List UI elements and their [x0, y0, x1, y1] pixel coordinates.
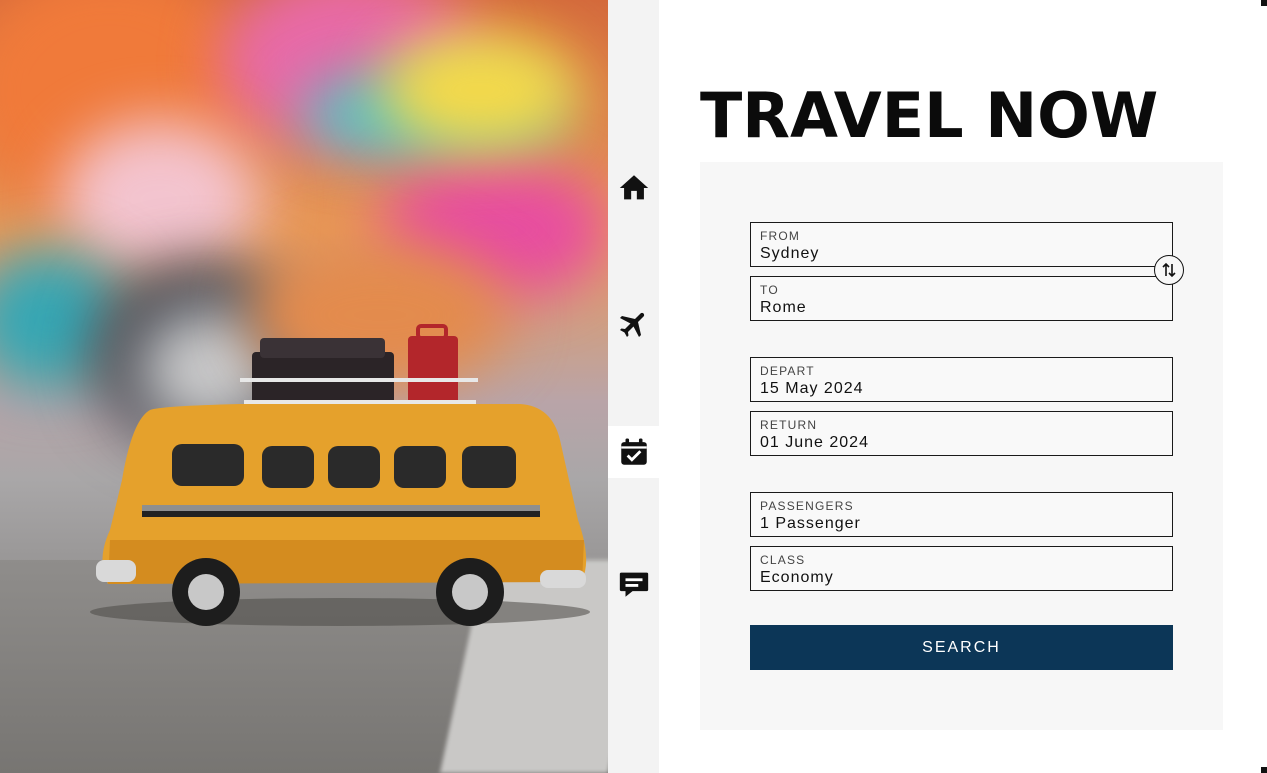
to-label: TO: [760, 283, 779, 297]
class-label: CLASS: [760, 553, 806, 567]
toy-bus-illustration: [90, 324, 590, 626]
class-field[interactable]: CLASS: [750, 546, 1173, 591]
passengers-label: PASSENGERS: [760, 499, 854, 513]
nav-messages[interactable]: [608, 558, 659, 610]
class-input[interactable]: [760, 569, 1160, 587]
page-title: TRAVEL NOW: [700, 79, 1159, 152]
home-icon: [619, 175, 648, 200]
frame-corner-top-right: [1261, 0, 1267, 6]
from-input[interactable]: [760, 245, 1160, 263]
return-label: RETURN: [760, 418, 818, 432]
passengers-field[interactable]: PASSENGERS: [750, 492, 1173, 537]
depart-label: DEPART: [760, 364, 815, 378]
swap-vertical-icon: [1162, 262, 1176, 278]
frame-corner-bottom-right: [1261, 767, 1267, 773]
nav-bookings[interactable]: [608, 426, 659, 478]
nav-home[interactable]: [608, 162, 659, 214]
search-button[interactable]: SEARCH: [750, 625, 1173, 670]
to-field[interactable]: TO: [750, 276, 1173, 321]
to-input[interactable]: [760, 299, 1160, 317]
from-field[interactable]: FROM: [750, 222, 1173, 267]
calendar-check-icon: [620, 438, 647, 465]
return-field[interactable]: RETURN: [750, 411, 1173, 456]
chat-icon: [619, 572, 648, 597]
from-label: FROM: [760, 229, 801, 243]
depart-input[interactable]: [760, 380, 1160, 398]
swap-locations-button[interactable]: [1154, 255, 1184, 285]
side-nav: [608, 0, 659, 773]
hero-image: [0, 0, 608, 773]
return-input[interactable]: [760, 434, 1160, 452]
depart-field[interactable]: DEPART: [750, 357, 1173, 402]
passengers-input[interactable]: [760, 515, 1160, 533]
airplane-icon: [619, 312, 644, 338]
nav-flights[interactable]: [608, 298, 659, 350]
